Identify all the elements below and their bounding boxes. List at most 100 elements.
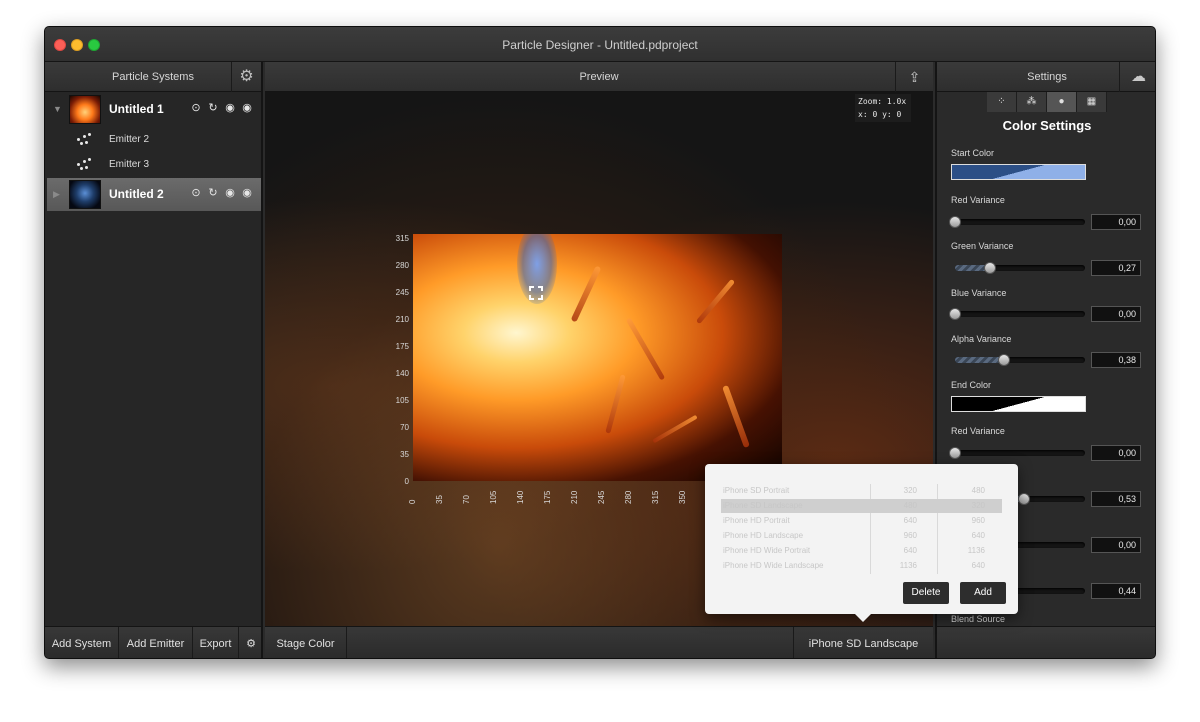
device-row[interactable]: iPhone SD Portrait 320 480 [721,484,1002,498]
device-height: 1136 [967,546,985,555]
share-icon: ⇪ [908,69,921,85]
export-button[interactable]: Export [193,627,239,658]
device-selector-button[interactable]: iPhone SD Landscape [793,627,933,658]
x-tick: 315 [651,490,660,504]
variance-slider[interactable] [949,216,1085,228]
device-name: iPhone HD Landscape [723,531,804,540]
device-width: 640 [903,516,917,525]
record-icon[interactable]: ◉ [224,187,236,199]
device-height: 480 [971,486,985,495]
slider-label: Alpha Variance [951,334,1012,344]
systems-settings-button[interactable]: ⚙ [231,62,261,92]
x-tick: 175 [543,490,552,504]
preview-toolbar: Stage Color iPhone SD Landscape [265,626,933,658]
stage-color-button[interactable]: Stage Color [265,627,347,658]
device-height: 320 [971,501,985,510]
variance-value-field[interactable]: 0,38 [1091,352,1141,368]
slider-label: Red Variance [951,426,1005,436]
tab-emitter-icon[interactable]: ⁘ [987,92,1017,112]
tab-particle-icon[interactable]: ⁂ [1017,92,1047,112]
slider-knob[interactable] [984,262,997,274]
variance-value-field[interactable]: 0,00 [1091,537,1141,553]
add-device-button[interactable]: Add [960,582,1006,604]
slider-label: Red Variance [951,195,1005,205]
end-color-well[interactable] [951,396,1086,412]
refresh-icon[interactable]: ↻ [207,102,219,114]
variance-value-field[interactable]: 0,53 [1091,491,1141,507]
slider-knob[interactable] [998,354,1011,366]
system-row-untitled-2[interactable]: ▶ Untitled 2 ⊙ ↻ ◉ ◉ [47,178,261,211]
device-width: 640 [903,546,917,555]
target-icon[interactable]: ⊙ [190,187,202,199]
settings-toolbar [937,626,1155,658]
cloud-button[interactable]: ☁ [1119,62,1155,92]
device-row[interactable]: iPhone HD Landscape 960 640 [721,529,1002,543]
y-tick: 35 [400,450,409,459]
x-tick: 280 [624,490,633,504]
zoom-readout: Zoom: 1.0x x: 0 y: 0 [855,94,911,122]
emitter-position-handle[interactable] [529,286,543,300]
gear-icon: ⚙ [246,638,256,650]
eye-icon[interactable]: ◉ [241,187,253,199]
slider-knob[interactable] [949,308,961,320]
slider-knob[interactable] [949,216,961,228]
settings-title: Settings [1027,71,1067,83]
variance-value-field[interactable]: 0,00 [1091,306,1141,322]
variance-value-field[interactable]: 0,00 [1091,214,1141,230]
y-tick: 0 [404,477,409,486]
device-name: iPhone SD Landscape [723,501,803,510]
y-tick: 105 [395,396,409,405]
y-tick: 140 [395,369,409,378]
delete-device-button[interactable]: Delete [903,582,949,604]
systems-toolbar: Add System Add Emitter Export ⚙ [45,626,263,658]
slider-knob[interactable] [949,447,961,459]
tab-texture-icon[interactable]: ▦ [1077,92,1107,112]
variance-slider[interactable] [955,262,1085,274]
emitter-name: Emitter 3 [109,159,150,170]
device-row[interactable]: iPhone HD Wide Portrait 640 1136 [721,544,1002,558]
variance-value-field[interactable]: 0,27 [1091,260,1141,276]
device-row[interactable]: iPhone HD Portrait 640 960 [721,514,1002,528]
share-button[interactable]: ⇪ [895,62,933,92]
eye-icon[interactable]: ◉ [241,102,253,114]
title-bar: Particle Designer - Untitled.pdproject [45,27,1155,62]
refresh-icon[interactable]: ↻ [207,187,219,199]
emitter-row[interactable]: Emitter 3 [47,152,261,177]
variance-value-field[interactable]: 0,00 [1091,445,1141,461]
start-color-well[interactable] [951,164,1086,180]
particle-systems-header: Particle Systems ⚙ [45,62,261,92]
variance-slider[interactable] [949,308,1085,320]
device-canvas[interactable] [413,234,782,481]
y-tick: 175 [395,342,409,351]
settings-header: Settings ☁ [937,62,1155,92]
x-tick: 0 [408,499,417,504]
section-title: Color Settings [1002,118,1092,133]
particle-systems-title: Particle Systems [112,71,194,83]
system-name: Untitled 2 [109,187,164,201]
variance-slider[interactable] [955,354,1085,366]
system-row-untitled-1[interactable]: ▼ Untitled 1 ⊙ ↻ ◉ ◉ [47,93,261,126]
emitter-icon [77,133,93,145]
emitter-row[interactable]: Emitter 2 [47,127,261,152]
y-tick: 315 [395,234,409,243]
disclosure-triangle-icon[interactable]: ▼ [53,104,62,114]
gear-icon: ⚙ [239,68,254,85]
target-icon[interactable]: ⊙ [190,102,202,114]
emitter-icon [77,158,93,170]
system-name: Untitled 1 [109,102,164,116]
record-icon[interactable]: ◉ [224,102,236,114]
device-row[interactable]: iPhone HD Wide Landscape 1136 640 [721,559,1002,573]
add-emitter-button[interactable]: Add Emitter [119,627,193,658]
add-system-button[interactable]: Add System [45,627,119,658]
device-row[interactable]: iPhone SD Landscape 480 320 [721,499,1002,513]
variance-slider[interactable] [949,447,1085,459]
system-thumbnail [69,180,101,209]
variance-value-field[interactable]: 0,44 [1091,583,1141,599]
slider-knob[interactable] [1017,493,1030,505]
start-color-label: Start Color [951,148,995,158]
tab-color-icon[interactable]: ● [1047,92,1077,112]
device-height: 960 [971,516,985,525]
y-axis: 315 280 245 210 175 140 105 70 35 0 [375,234,409,486]
export-settings-button[interactable]: ⚙ [239,627,263,658]
disclosure-triangle-icon[interactable]: ▶ [53,189,60,200]
